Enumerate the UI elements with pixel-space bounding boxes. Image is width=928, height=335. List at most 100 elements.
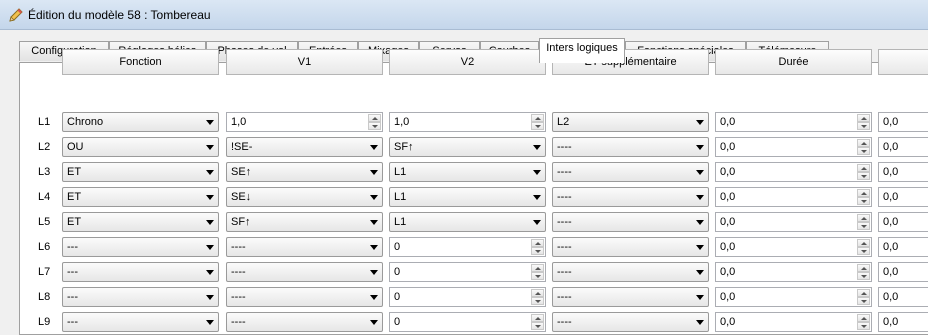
fonction-select-l6[interactable]: ---	[62, 237, 219, 257]
et-select-l5[interactable]: ----	[552, 212, 709, 232]
spin-down-icon[interactable]	[857, 272, 870, 280]
et-select-l3[interactable]: ----	[552, 162, 709, 182]
spin-down-icon[interactable]	[857, 172, 870, 180]
duree-spinbox-l7[interactable]: 0,0	[715, 262, 872, 282]
tab-inters-logiques[interactable]: Inters logiques	[539, 38, 625, 63]
header-fonction[interactable]: Fonction	[62, 49, 219, 75]
v2-spinbox-l9[interactable]: 0	[389, 312, 546, 332]
v2-spinbox-l7[interactable]: 0	[389, 262, 546, 282]
v2-select-l5[interactable]: L1	[389, 212, 546, 232]
v1-select-l7[interactable]: ----	[226, 262, 383, 282]
et-select-l3-value: ----	[557, 166, 572, 178]
extra-spinbox-l4[interactable]: 0,0	[878, 187, 928, 207]
spin-up-icon[interactable]	[531, 289, 544, 297]
chevron-down-icon	[696, 120, 704, 125]
spin-down-icon[interactable]	[857, 222, 870, 230]
chevron-down-icon	[696, 195, 704, 200]
v1-select-l8[interactable]: ----	[226, 287, 383, 307]
et-select-l1[interactable]: L2	[552, 112, 709, 132]
header-extra[interactable]	[878, 49, 928, 75]
duree-spinbox-l5-value: 0,0	[720, 216, 736, 228]
spin-up-icon[interactable]	[531, 264, 544, 272]
spin-down-icon[interactable]	[531, 247, 544, 255]
extra-spinbox-l1[interactable]: 0,0	[878, 112, 928, 132]
fonction-select-l5[interactable]: ET	[62, 212, 219, 232]
et-select-l4[interactable]: ----	[552, 187, 709, 207]
fonction-select-l7[interactable]: ---	[62, 262, 219, 282]
v2-select-l3[interactable]: L1	[389, 162, 546, 182]
spin-up-icon[interactable]	[857, 114, 870, 122]
spin-down-icon[interactable]	[857, 297, 870, 305]
spin-up-icon[interactable]	[531, 239, 544, 247]
spin-down-icon[interactable]	[857, 147, 870, 155]
fonction-select-l1[interactable]: Chrono	[62, 112, 219, 132]
duree-spinbox-l6[interactable]: 0,0	[715, 237, 872, 257]
duree-spinbox-l1[interactable]: 0,0	[715, 112, 872, 132]
fonction-select-l9[interactable]: ---	[62, 312, 219, 332]
duree-spinbox-l9[interactable]: 0,0	[715, 312, 872, 332]
fonction-select-l4[interactable]: ET	[62, 187, 219, 207]
v1-select-l2[interactable]: !SE-	[226, 137, 383, 157]
v1-select-l9[interactable]: ----	[226, 312, 383, 332]
spin-down-icon[interactable]	[857, 197, 870, 205]
spin-up-icon[interactable]	[531, 114, 544, 122]
extra-spinbox-l2[interactable]: 0,0	[878, 137, 928, 157]
v2-spinbox-l8[interactable]: 0	[389, 287, 546, 307]
spin-up-icon[interactable]	[857, 289, 870, 297]
v2-select-l2[interactable]: SF↑	[389, 137, 546, 157]
fonction-select-l8[interactable]: ---	[62, 287, 219, 307]
v1-select-l5[interactable]: SF↑	[226, 212, 383, 232]
spin-up-icon[interactable]	[857, 164, 870, 172]
v2-spinbox-l1[interactable]: 1,0	[389, 112, 546, 132]
spin-down-icon[interactable]	[531, 272, 544, 280]
spin-up-icon[interactable]	[857, 139, 870, 147]
spin-up-icon[interactable]	[857, 264, 870, 272]
v2-select-l4[interactable]: L1	[389, 187, 546, 207]
v1-select-l4[interactable]: SE↓	[226, 187, 383, 207]
extra-spinbox-l8[interactable]: 0,0	[878, 287, 928, 307]
v1-select-l6[interactable]: ----	[226, 237, 383, 257]
et-select-l2[interactable]: ----	[552, 137, 709, 157]
duree-spinbox-l2[interactable]: 0,0	[715, 137, 872, 157]
row-label-l4: L4	[38, 191, 51, 203]
et-select-l9[interactable]: ----	[552, 312, 709, 332]
spin-up-icon[interactable]	[857, 239, 870, 247]
fonction-select-l3[interactable]: ET	[62, 162, 219, 182]
v2-spinbox-l6[interactable]: 0	[389, 237, 546, 257]
duree-spinbox-l4[interactable]: 0,0	[715, 187, 872, 207]
extra-spinbox-l5[interactable]: 0,0	[878, 212, 928, 232]
duree-spinbox-l3[interactable]: 0,0	[715, 162, 872, 182]
extra-spinbox-l3[interactable]: 0,0	[878, 162, 928, 182]
duree-spinbox-l5[interactable]: 0,0	[715, 212, 872, 232]
spin-up-icon[interactable]	[857, 189, 870, 197]
extra-spinbox-l6[interactable]: 0,0	[878, 237, 928, 257]
v1-select-l3[interactable]: SE↑	[226, 162, 383, 182]
spin-down-icon[interactable]	[368, 122, 381, 130]
v2-select-l5-value: L1	[394, 216, 407, 228]
spin-up-icon[interactable]	[857, 214, 870, 222]
et-select-l7[interactable]: ----	[552, 262, 709, 282]
v1-select-l5-value: SF↑	[231, 216, 251, 228]
v2-spinbox-l1-value: 1,0	[394, 116, 410, 128]
fonction-select-l2[interactable]: OU	[62, 137, 219, 157]
et-select-l8[interactable]: ----	[552, 287, 709, 307]
extra-spinbox-l9[interactable]: 0,0	[878, 312, 928, 332]
spin-down-icon[interactable]	[857, 122, 870, 130]
duree-spinbox-l8[interactable]: 0,0	[715, 287, 872, 307]
et-select-l6[interactable]: ----	[552, 237, 709, 257]
spin-up-icon[interactable]	[857, 314, 870, 322]
spin-down-icon[interactable]	[857, 322, 870, 330]
spin-buttons	[857, 289, 870, 305]
fonction-select-l8-value: ---	[67, 291, 78, 303]
spin-up-icon[interactable]	[368, 114, 381, 122]
extra-spinbox-l7[interactable]: 0,0	[878, 262, 928, 282]
v1-spinbox-l1[interactable]: 1,0	[226, 112, 383, 132]
spin-down-icon[interactable]	[531, 122, 544, 130]
header-v2[interactable]: V2	[389, 49, 546, 75]
header-duree[interactable]: Durée	[715, 49, 872, 75]
spin-down-icon[interactable]	[857, 247, 870, 255]
spin-up-icon[interactable]	[531, 314, 544, 322]
spin-down-icon[interactable]	[531, 322, 544, 330]
header-v1[interactable]: V1	[226, 49, 383, 75]
spin-down-icon[interactable]	[531, 297, 544, 305]
